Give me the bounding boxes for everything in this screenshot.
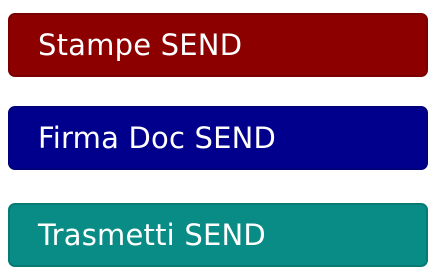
trasmetti-send-label: Trasmetti SEND: [38, 218, 266, 252]
stampe-send-button[interactable]: Stampe SEND: [8, 13, 428, 77]
firma-doc-send-button[interactable]: Firma Doc SEND: [8, 106, 428, 170]
send-actions-panel: Stampe SEND Firma Doc SEND Trasmetti SEN…: [0, 0, 437, 275]
stampe-send-label: Stampe SEND: [38, 28, 243, 62]
firma-doc-send-label: Firma Doc SEND: [38, 121, 277, 155]
trasmetti-send-button[interactable]: Trasmetti SEND: [8, 203, 428, 267]
